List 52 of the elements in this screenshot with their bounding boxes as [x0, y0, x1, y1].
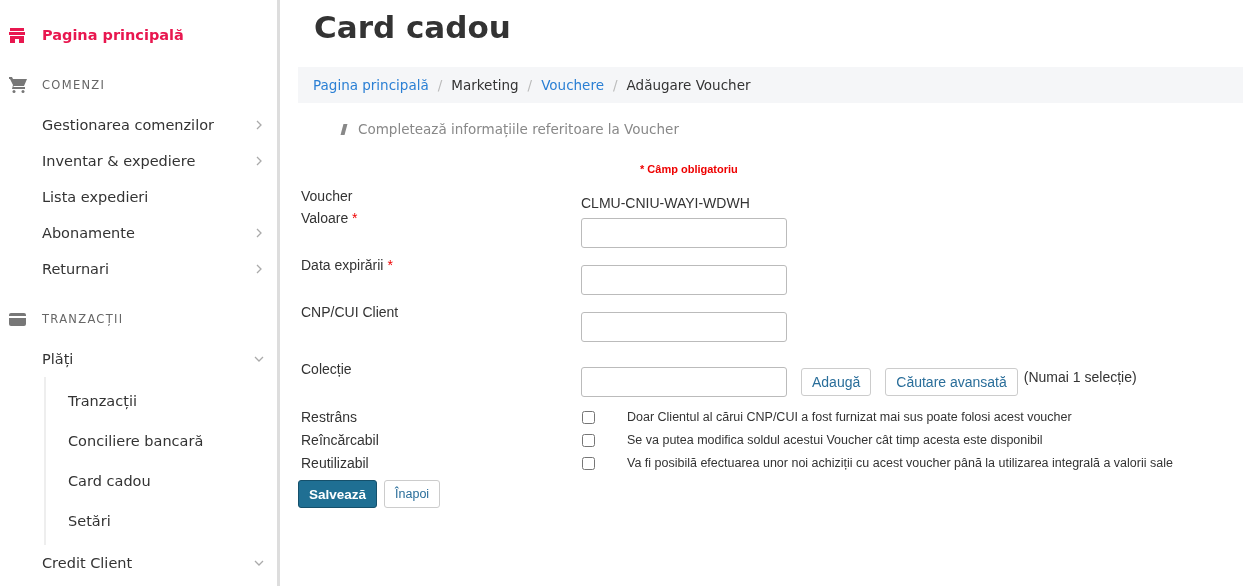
sidebar-subitem[interactable]: Card cadou [68, 473, 265, 489]
sidebar-link[interactable]: Pagina principală [42, 27, 265, 43]
voucher-code: CLMU-CNIU-WAYI-WDWH [581, 195, 750, 211]
input-field[interactable] [581, 312, 787, 342]
credit-card-icon [9, 312, 26, 326]
checkbox-label: Reîncărcabil [301, 432, 380, 448]
action-button[interactable]: Căutare avansată [885, 368, 1018, 396]
field-label: Voucher [301, 188, 353, 204]
sidebar-section-heading: COMENZI [42, 78, 107, 92]
checkbox-label: Restrâns [301, 409, 359, 425]
cart-icon [9, 77, 27, 93]
save-button[interactable]: Salvează [298, 480, 378, 508]
required-note: * Câmp obligatoriu [640, 163, 738, 175]
sidebar-item[interactable]: Inventar & expediere [42, 153, 253, 169]
slash-icon [340, 123, 348, 135]
breadcrumb-separator: / [613, 77, 618, 93]
back-button[interactable]: Înapoi [384, 480, 441, 508]
checkbox-description: Doar Clientul al cărui CNP/CUI a fost furnizat mai sus poate folosi acest voucher [627, 410, 1073, 424]
sidebar-item[interactable]: Abonamente [42, 225, 253, 241]
input-field[interactable] [581, 218, 787, 248]
sidebar-item[interactable]: Lista expedieri [42, 189, 265, 205]
field-label: Valoare * [301, 210, 358, 226]
action-button[interactable]: Adaugă [801, 368, 872, 396]
field-label: CNP/CUI Client [301, 304, 399, 320]
field-label: Colecție [301, 361, 352, 377]
checkbox-label: Reutilizabil [301, 455, 370, 471]
field-label: Data expirării * [301, 257, 393, 273]
sidebar-subitem[interactable]: Conciliere bancară [68, 433, 265, 449]
checkbox-description: Se va putea modifica soldul acestui Voucher cât timp acesta este disponibil [627, 433, 1044, 447]
section-heading: Completează informațiile referitoare la Voucher [358, 121, 679, 137]
sidebar-subitem[interactable]: Setări [68, 513, 265, 529]
sidebar-item[interactable]: Gestionarea comenzilor [42, 117, 253, 133]
breadcrumb-text: Adăugare Voucher [626, 77, 751, 93]
checkbox[interactable] [582, 433, 595, 447]
sidebar-subitem[interactable]: Tranzacții [68, 393, 265, 409]
hint-text: (Numai 1 selecție) [1023, 369, 1137, 385]
sidebar-section-heading: TRANZACȚII [42, 312, 125, 326]
checkbox[interactable] [582, 456, 595, 470]
breadcrumb-link[interactable]: Pagina principală [313, 77, 429, 93]
input-field[interactable] [581, 367, 787, 397]
page-title: Card cadou [314, 9, 511, 45]
breadcrumb-text: Marketing [451, 77, 519, 93]
sidebar-item[interactable]: Returnari [42, 261, 253, 277]
breadcrumb-link[interactable]: Vouchere [541, 77, 604, 93]
sidebar-item[interactable]: Credit Client [42, 555, 253, 571]
checkbox[interactable] [582, 410, 595, 424]
breadcrumb-separator: / [527, 77, 533, 93]
input-field[interactable] [581, 265, 787, 295]
store-icon [9, 27, 25, 43]
sidebar-item[interactable]: Plăți [42, 351, 253, 367]
breadcrumb-separator: / [437, 77, 443, 93]
checkbox-description: Va fi posibilă efectuarea unor noi achiziții cu acest voucher până la utilizarea integrală a valorii sale [627, 456, 1174, 470]
